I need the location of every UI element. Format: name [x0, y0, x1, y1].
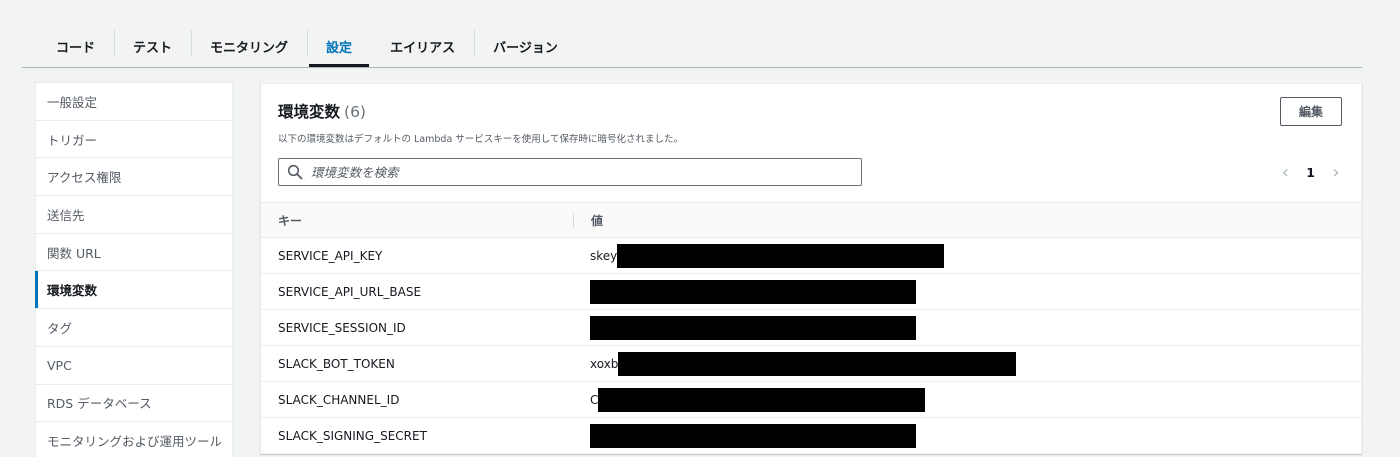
- sidebar-item-label: VPC: [47, 357, 72, 373]
- env-value: C: [573, 381, 1361, 418]
- sidebar-item-permissions[interactable]: アクセス権限: [36, 158, 232, 197]
- panel-title: 環境変数 (6): [278, 100, 366, 122]
- sidebar-item-vpc[interactable]: VPC: [36, 347, 232, 385]
- sidebar-item-environment-variables[interactable]: 環境変数: [35, 271, 232, 310]
- column-header-value: 値: [573, 202, 1361, 238]
- value-prefix: xoxb: [590, 356, 619, 371]
- table-row: SERVICE_API_URL_BASE: [261, 273, 1361, 310]
- sidebar-item-monitoring-tools[interactable]: モニタリングおよび運用ツール: [36, 422, 232, 457]
- value-prefix: C: [590, 392, 599, 407]
- sidebar-item-label: タグ: [47, 320, 73, 336]
- edit-button[interactable]: 編集: [1280, 97, 1342, 126]
- redaction-block: [590, 315, 916, 340]
- tab-label: 設定: [326, 40, 353, 56]
- redaction-block: [590, 423, 916, 448]
- env-key: SERVICE_API_KEY: [261, 237, 573, 274]
- sidebar-item-destinations[interactable]: 送信先: [36, 196, 232, 234]
- panel-title-text: 環境変数: [278, 103, 341, 121]
- search-icon: [287, 164, 303, 180]
- table-header-row: キー 値: [261, 202, 1361, 238]
- sidebar-item-label: モニタリングおよび運用ツール: [47, 434, 223, 450]
- sidebar-item-function-url[interactable]: 関数 URL: [36, 234, 232, 272]
- search-box[interactable]: [278, 158, 862, 186]
- redaction-block: [590, 279, 916, 304]
- column-header-key: キー: [261, 202, 573, 238]
- env-value: [573, 273, 1361, 310]
- table-row: SLACK_SIGNING_SECRET: [261, 417, 1361, 454]
- pagination: ‹ 1 ›: [1278, 162, 1343, 183]
- env-key: SLACK_BOT_TOKEN: [261, 345, 573, 382]
- tab-label: テスト: [133, 40, 173, 56]
- env-key: SLACK_SIGNING_SECRET: [261, 417, 573, 454]
- sidebar-item-triggers[interactable]: トリガー: [36, 121, 232, 159]
- table-row: SLACK_BOT_TOKEN xoxb: [261, 345, 1361, 382]
- env-value: skey: [573, 237, 1361, 274]
- table-row: SLACK_CHANNEL_ID C: [261, 381, 1361, 418]
- env-value: [573, 417, 1361, 454]
- table-row: SERVICE_API_KEY skey: [261, 237, 1361, 274]
- value-prefix: skey: [590, 248, 618, 263]
- configuration-sidenav: 一般設定 トリガー アクセス権限 送信先 関数 URL 環境変数 タグ VPC …: [35, 82, 233, 457]
- sidebar-item-rds-databases[interactable]: RDS データベース: [36, 385, 232, 423]
- variable-count: (6): [344, 103, 366, 121]
- tab-label: バージョン: [493, 40, 558, 56]
- lambda-configuration-page: コード テスト モニタリング 設定 エイリアス バージョン 一般設定 トリガー …: [0, 0, 1400, 457]
- env-value: [573, 309, 1361, 346]
- tab-monitoring[interactable]: モニタリング: [191, 26, 307, 66]
- sidebar-item-general[interactable]: 一般設定: [36, 83, 232, 121]
- tab-aliases[interactable]: エイリアス: [371, 26, 474, 66]
- sidebar-item-label: アクセス権限: [47, 170, 122, 186]
- environment-variables-panel: 環境変数 (6) 以下の環境変数はデフォルトの Lambda サービスキーを使用し…: [260, 83, 1362, 454]
- table-row: SERVICE_SESSION_ID: [261, 309, 1361, 346]
- panel-description: 以下の環境変数はデフォルトの Lambda サービスキーを使用して保存時に暗号化…: [278, 134, 684, 145]
- tab-label: コード: [56, 40, 96, 56]
- redaction-block: [598, 387, 926, 412]
- tab-versions[interactable]: バージョン: [474, 26, 577, 66]
- sidebar-item-label: RDS データベース: [47, 396, 152, 412]
- tab-code[interactable]: コード: [22, 26, 114, 66]
- tab-label: エイリアス: [390, 40, 456, 56]
- redaction-block: [617, 243, 945, 268]
- function-tabs: コード テスト モニタリング 設定 エイリアス バージョン: [22, 26, 1362, 68]
- env-key: SLACK_CHANNEL_ID: [261, 381, 573, 418]
- sidebar-item-tags[interactable]: タグ: [36, 309, 232, 347]
- tab-label: モニタリング: [210, 40, 289, 56]
- panel-header: 環境変数 (6) 以下の環境変数はデフォルトの Lambda サービスキーを使用し…: [261, 84, 1361, 202]
- chevron-left-icon[interactable]: ‹: [1278, 162, 1292, 183]
- environment-variables-table: キー 値 SERVICE_API_KEY skey SERVICE_API_UR…: [261, 202, 1361, 454]
- sidebar-item-label: 関数 URL: [47, 245, 101, 261]
- env-key: SERVICE_API_URL_BASE: [261, 273, 573, 310]
- page-number[interactable]: 1: [1306, 165, 1315, 180]
- redaction-block: [618, 351, 1017, 376]
- search-input[interactable]: [309, 163, 853, 181]
- env-value: xoxb: [573, 345, 1361, 382]
- sidebar-item-label: トリガー: [47, 132, 98, 148]
- sidebar-item-label: 送信先: [47, 207, 85, 223]
- sidebar-item-label: 環境変数: [47, 283, 98, 299]
- sidebar-item-label: 一般設定: [47, 94, 98, 110]
- tab-test[interactable]: テスト: [114, 26, 191, 66]
- chevron-right-icon[interactable]: ›: [1329, 162, 1343, 183]
- env-key: SERVICE_SESSION_ID: [261, 309, 573, 346]
- tab-configuration[interactable]: 設定: [307, 26, 371, 67]
